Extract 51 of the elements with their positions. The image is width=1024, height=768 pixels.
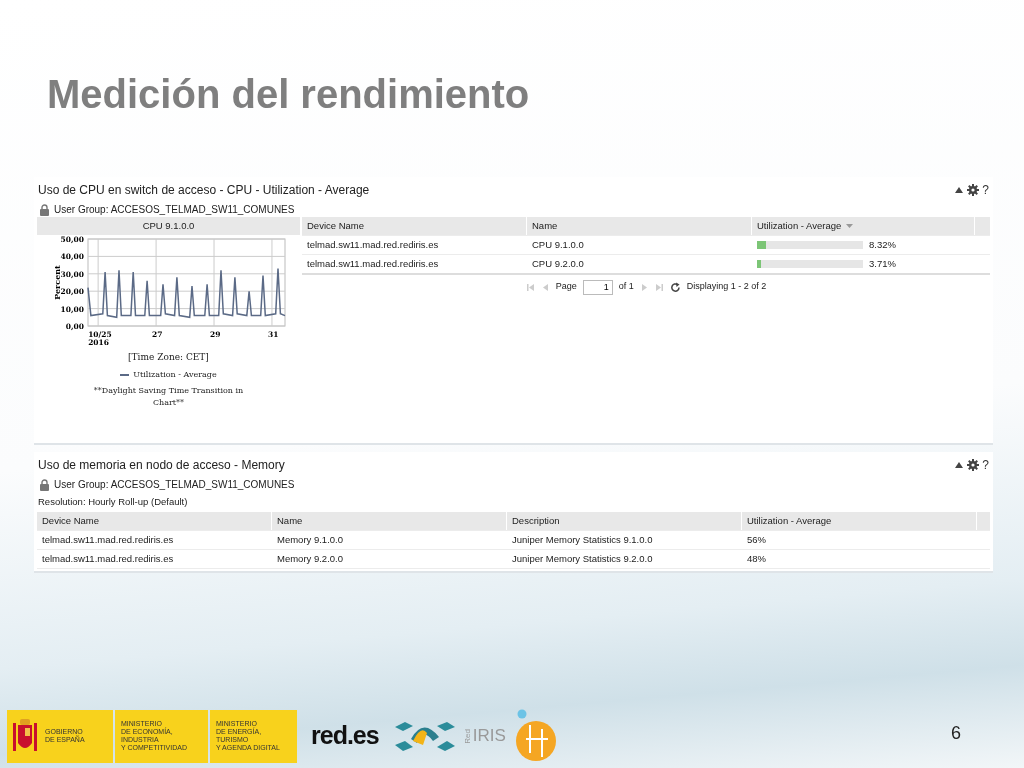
lock-icon: [39, 203, 50, 216]
logo-text: IRIS: [472, 725, 506, 748]
help-button[interactable]: ?: [982, 181, 989, 199]
settings-icon[interactable]: [967, 184, 980, 196]
page-label: Page: [555, 280, 577, 294]
settings-icon[interactable]: [967, 459, 980, 471]
table-cell-text: Memory 9.1.0.0: [276, 533, 344, 548]
table-cell-text: Juniper Memory Statistics 9.1.0.0: [511, 533, 654, 548]
page-count: of 1: [618, 280, 634, 294]
table-cell-text: telmad.sw11.mad.red.rediris.es: [306, 256, 440, 271]
column-header[interactable]: Name: [527, 217, 752, 235]
sort-icon: [845, 223, 855, 229]
y-axis-label: Percent: [52, 265, 62, 300]
resolution-label: Resolution: Hourly Roll-up (Default): [37, 495, 189, 509]
page-number: 6: [951, 722, 961, 745]
collapse-icon[interactable]: [954, 460, 965, 470]
table-cell-text: telmad.sw11.mad.red.rediris.es: [41, 533, 175, 548]
logo-text: Red: [462, 728, 473, 744]
column-header[interactable]: Utilization - Average: [752, 217, 975, 235]
lock-icon: [39, 478, 50, 491]
page-input[interactable]: 1: [582, 279, 613, 295]
column-header[interactable]: Utilization - Average: [742, 512, 977, 531]
help-button[interactable]: ?: [982, 456, 989, 474]
column-header[interactable]: Device Name: [302, 217, 527, 235]
slide-title: Medición del rendimiento: [47, 71, 530, 118]
legend-swatch: [120, 373, 130, 376]
panel-title: Uso de memoria en nodo de acceso - Memory: [38, 457, 285, 474]
column-header[interactable]: Device Name: [37, 512, 272, 531]
user-group-label: User Group: ACCESOS_TELMAD_SW11_COMUNES: [54, 478, 295, 492]
table-cell-text: Juniper Memory Statistics 9.2.0.0: [511, 552, 654, 567]
chart-note: **Daylight Saving Time Transition in Chart**: [92, 384, 245, 409]
refresh-icon[interactable]: [669, 281, 681, 293]
table-cell-text: 56%: [746, 533, 767, 548]
table-cell-text: CPU 9.2.0.0: [531, 256, 585, 271]
table-cell-text: telmad.sw11.mad.red.rediris.es: [41, 552, 175, 567]
chart-header: CPU 9.1.0.0: [37, 217, 300, 235]
collapse-icon[interactable]: [954, 185, 965, 195]
utilization-value: 8.32%: [869, 237, 896, 252]
column-header[interactable]: Description: [507, 512, 742, 531]
panel-title: Uso de CPU en switch de acceso - CPU - Utilization - Average: [38, 182, 370, 199]
table-cell-text: CPU 9.1.0.0: [531, 237, 585, 252]
column-header[interactable]: Name: [272, 512, 507, 531]
wordmark-logo: red.es: [311, 720, 379, 752]
legend-label: Utilization - Average: [133, 368, 217, 381]
displaying-label: Displaying 1 - 2 of 2: [686, 280, 767, 294]
table-cell-text: Memory 9.2.0.0: [276, 552, 344, 567]
utilization-value: 3.71%: [869, 256, 896, 271]
table-cell-text: 48%: [746, 552, 767, 567]
user-group-label: User Group: ACCESOS_TELMAD_SW11_COMUNES: [54, 203, 295, 217]
time-zone-label: [Time Zone: CET]: [127, 351, 210, 364]
table-cell-text: telmad.sw11.mad.red.rediris.es: [306, 237, 440, 252]
